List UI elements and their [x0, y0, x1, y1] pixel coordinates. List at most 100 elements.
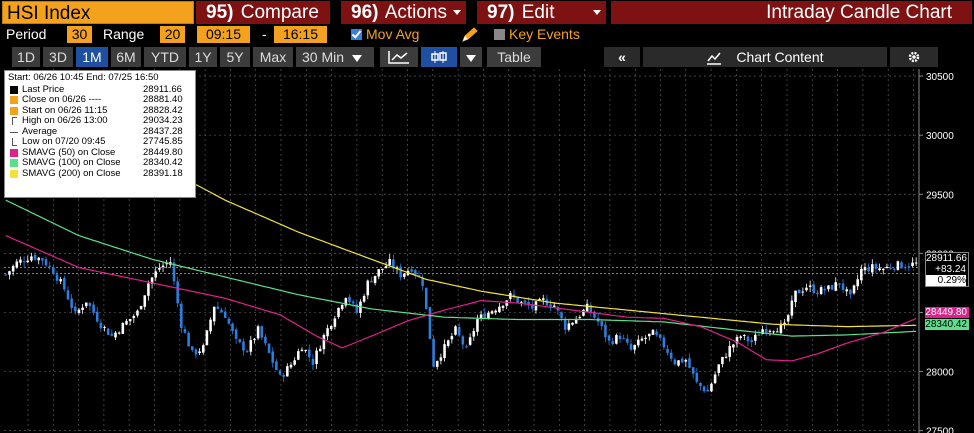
compare-menu-number: 95) — [206, 2, 234, 23]
end-time-input[interactable]: 16:15 — [274, 26, 327, 43]
candle-body — [267, 343, 271, 353]
collapse-icon[interactable]: « — [604, 47, 640, 67]
actions-menu-number: 96) — [351, 2, 379, 23]
pencil-icon[interactable] — [460, 26, 480, 43]
mov-avg-checkbox[interactable] — [351, 29, 362, 40]
candle-body — [63, 277, 66, 290]
candle-chart-icon[interactable] — [421, 47, 457, 67]
candle-body — [552, 305, 556, 307]
candle-body — [699, 382, 702, 386]
range-1y-button[interactable]: 1Y — [189, 47, 217, 67]
candle-body — [242, 341, 245, 351]
interval-dropdown[interactable]: 30 Min — [296, 47, 374, 67]
candle-body — [439, 357, 443, 361]
y-tick-label: 30500 — [926, 72, 954, 83]
candle-body — [633, 345, 636, 350]
start-time-input[interactable]: 09:15 — [197, 26, 250, 43]
candle-body — [754, 334, 757, 341]
candle-body — [721, 356, 724, 365]
candle-body — [220, 309, 223, 313]
range-ytd-button[interactable]: YTD — [144, 47, 186, 67]
candle-body — [644, 337, 647, 339]
actions-menu-button[interactable]: 96) Actions — [341, 1, 466, 24]
candle-body — [779, 323, 783, 334]
range-3d-button[interactable]: 3D — [43, 47, 73, 67]
table-button[interactable]: Table — [487, 47, 541, 67]
mov-avg-label: Mov Avg — [366, 26, 420, 42]
candle-body — [666, 348, 669, 353]
candle-body — [468, 337, 472, 345]
chart-content-label: Chart Content — [736, 49, 824, 65]
chart-legend[interactable]: Start: 06/26 10:45 End: 07/25 16:50 Last… — [4, 70, 196, 198]
candle-body — [764, 329, 768, 333]
candle-body — [889, 267, 892, 269]
actions-menu-label: Actions — [384, 2, 448, 23]
candle-body — [15, 261, 19, 268]
candle-body — [768, 330, 772, 332]
candle-body — [180, 303, 183, 328]
key-events-checkbox[interactable] — [494, 29, 505, 40]
range-6m-button[interactable]: 6M — [111, 47, 141, 67]
range-1d-button[interactable]: 1D — [12, 47, 40, 67]
candle-body — [264, 336, 267, 344]
candle-body — [454, 326, 457, 335]
candle-body — [640, 338, 644, 341]
candle-body — [370, 280, 373, 283]
candle-body — [384, 266, 388, 269]
candle-body — [410, 269, 413, 272]
range-input[interactable]: 20 — [160, 26, 185, 43]
candle-body — [212, 306, 216, 322]
gear-icon[interactable] — [890, 47, 938, 67]
range-max-button[interactable]: Max — [253, 47, 293, 67]
candle-body — [483, 313, 487, 319]
time-separator: - — [262, 26, 267, 42]
chart-content-button[interactable]: Chart Content — [643, 47, 887, 67]
compare-menu-button[interactable]: 95) Compare — [196, 1, 330, 24]
candle-body — [669, 352, 673, 359]
candle-body — [388, 258, 391, 266]
candle-body — [307, 349, 311, 358]
candle-body — [33, 254, 37, 260]
candle-body — [691, 367, 695, 374]
candle-body — [856, 279, 859, 287]
edit-menu-label: Edit — [521, 2, 555, 23]
period-input[interactable]: 30 — [67, 26, 92, 43]
candle-body — [300, 349, 304, 352]
candle-body — [161, 265, 165, 268]
sma200-line — [151, 160, 917, 328]
candle-body — [11, 266, 15, 272]
legend-name: SMAVG (200) on Close — [22, 167, 121, 179]
candle-body — [329, 325, 333, 330]
candle-body — [74, 306, 77, 312]
candle-body — [702, 386, 706, 392]
candle-body — [249, 340, 253, 352]
candle-body — [81, 307, 84, 311]
candle-body — [337, 307, 340, 317]
candle-body — [900, 262, 903, 269]
candle-body — [435, 360, 439, 367]
candle-body — [830, 285, 834, 290]
candle-body — [275, 361, 278, 370]
legend-value: 28340.42 — [143, 157, 183, 168]
candle-body — [487, 312, 490, 319]
candle-body — [892, 268, 896, 270]
edit-menu-button[interactable]: 97) Edit — [477, 1, 606, 24]
candle-body — [333, 318, 337, 327]
candle-body — [849, 289, 852, 295]
candle-body — [92, 304, 95, 313]
candle-body — [158, 267, 161, 270]
candle-body — [775, 331, 779, 333]
candle-body — [147, 283, 150, 296]
last-pct-value: 0.29% — [926, 275, 966, 286]
range-1m-button[interactable]: 1M — [76, 47, 108, 67]
legend-name: Close on 06/26 ---- — [22, 94, 102, 105]
candle-body — [713, 374, 717, 384]
line-chart-icon[interactable] — [380, 47, 418, 67]
candle-body — [245, 351, 249, 353]
range-5y-button[interactable]: 5Y — [220, 47, 250, 67]
chart-type-dropdown[interactable] — [460, 47, 482, 67]
candle-body — [695, 372, 699, 382]
legend-value: 29034.23 — [143, 115, 183, 126]
ticker-input[interactable]: HSI Index — [2, 1, 194, 24]
candle-body — [136, 310, 139, 316]
